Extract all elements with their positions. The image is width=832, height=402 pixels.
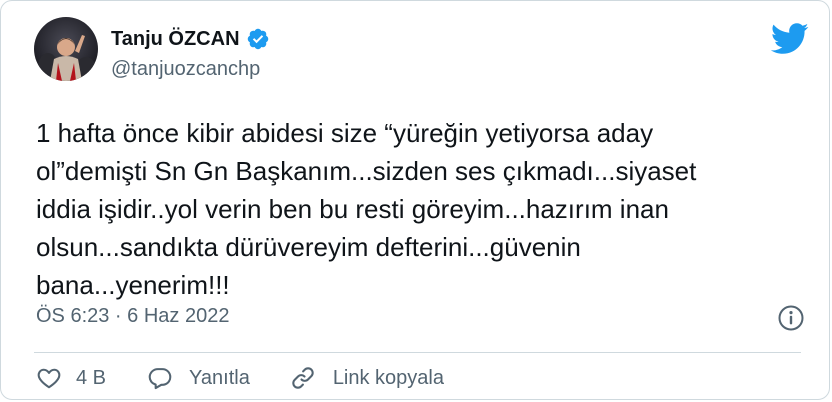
avatar[interactable]	[34, 17, 98, 81]
link-icon	[292, 367, 314, 389]
tweet-card: Tanju ÖZCAN @tanjuozcanchp 1 hafta önce …	[0, 0, 830, 400]
copy-link-label: Link kopyala	[332, 366, 444, 389]
tweet-text: 1 hafta önce kibir abidesi size “yüreğin…	[36, 118, 697, 300]
divider	[34, 352, 801, 353]
author-name-row: Tanju ÖZCAN	[111, 27, 270, 51]
author-handle[interactable]: @tanjuozcanchp	[111, 58, 260, 81]
info-icon[interactable]	[777, 304, 805, 332]
like-count: 4 B	[76, 366, 107, 389]
author-display-name[interactable]: Tanju ÖZCAN	[111, 28, 240, 51]
action-bar: 4 B Yanıtla Link kopyala	[36, 363, 444, 393]
like-button[interactable]: 4 B	[36, 365, 106, 391]
tweet-timestamp[interactable]: ÖS 6:23 · 6 Haz 2022	[36, 305, 229, 328]
copy-link-button[interactable]: Link kopyala	[290, 365, 444, 391]
heart-icon	[37, 368, 61, 389]
reply-icon	[148, 368, 172, 390]
reply-label: Yanıtla	[189, 366, 250, 389]
twitter-bird-icon[interactable]	[770, 23, 809, 55]
profile-photo-image	[34, 17, 98, 81]
verified-badge-icon	[246, 27, 270, 51]
reply-button[interactable]: Yanıtla	[147, 365, 250, 391]
